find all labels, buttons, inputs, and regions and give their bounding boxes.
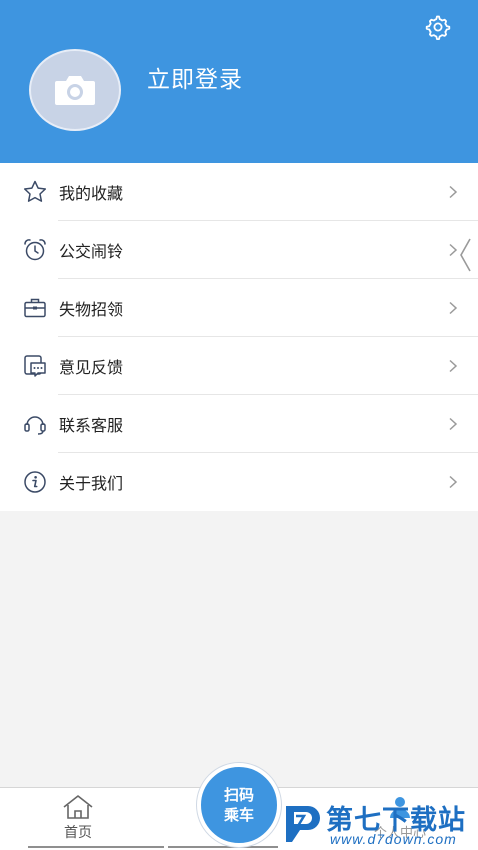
chevron-right-icon [446, 417, 460, 431]
scan-button-line1: 扫码 [223, 786, 254, 804]
gear-icon [425, 15, 451, 40]
side-drawer-handle[interactable] [456, 236, 474, 274]
chevron-right-icon [446, 185, 460, 199]
alarm-clock-icon [21, 237, 48, 264]
camera-icon [55, 76, 95, 105]
scan-to-ride-button[interactable]: 扫码 乘车 [197, 763, 281, 847]
menu-item-lost-and-found[interactable]: 失物招领 [0, 279, 478, 337]
avatar[interactable] [29, 49, 121, 131]
menu-item-label: 联系客服 [59, 416, 124, 435]
menu-item-label: 关于我们 [59, 474, 124, 493]
menu-list: 我的收藏 公交闹铃 失物招领 意见反馈 联系客服 关于我们 [0, 163, 478, 511]
profile-header: 立即登录 [0, 0, 478, 163]
headset-icon [21, 411, 48, 438]
info-icon [21, 469, 48, 496]
chevron-left-icon [460, 238, 471, 272]
menu-item-label: 失物招领 [59, 300, 124, 319]
settings-button[interactable] [420, 10, 454, 44]
tab-home[interactable]: 首页 [30, 794, 126, 846]
briefcase-icon [21, 295, 48, 322]
chevron-right-icon [446, 301, 460, 315]
scan-button-line2: 乘车 [223, 806, 254, 824]
star-icon [21, 179, 48, 206]
site-watermark: 第七下载站 www.d7down.com [282, 798, 474, 850]
chevron-right-icon [446, 359, 460, 373]
tab-home-label: 首页 [64, 825, 92, 841]
menu-item-customer-service[interactable]: 联系客服 [0, 395, 478, 453]
feedback-icon [21, 353, 48, 380]
menu-item-label: 意见反馈 [59, 358, 124, 377]
tab-divider [168, 846, 278, 848]
chevron-right-icon [446, 475, 460, 489]
menu-item-feedback[interactable]: 意见反馈 [0, 337, 478, 395]
tab-divider [28, 846, 164, 848]
menu-item-label: 公交闹铃 [59, 242, 124, 261]
watermark-url: www.d7down.com [330, 831, 457, 847]
menu-item-favorites[interactable]: 我的收藏 [0, 163, 478, 221]
menu-item-label: 我的收藏 [59, 184, 124, 203]
menu-item-bus-alarm[interactable]: 公交闹铃 [0, 221, 478, 279]
menu-item-about-us[interactable]: 关于我们 [0, 453, 478, 511]
login-link[interactable]: 立即登录 [147, 60, 243, 94]
watermark-logo-icon [286, 806, 320, 842]
home-icon [63, 795, 93, 819]
